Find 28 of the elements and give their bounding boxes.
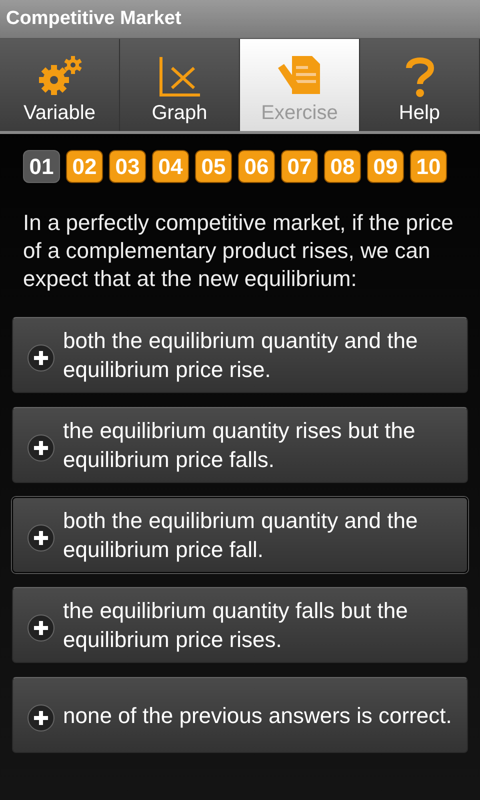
plus-icon [27,614,55,642]
plus-icon [27,704,55,732]
question-number-button[interactable]: 03 [109,150,146,183]
question-number-button[interactable]: 04 [152,150,189,183]
question-number-button[interactable]: 07 [281,150,318,183]
answer-button[interactable]: both the equilibrium quantity and the equilibrium price rise. [12,317,468,393]
window-title: Competitive Market [6,8,182,30]
tab[interactable]: Exercise [240,39,360,131]
question-number-button[interactable]: 09 [367,150,404,183]
question-number-button[interactable]: 08 [324,150,361,183]
question-mark-icon [404,56,434,98]
question-number-button[interactable]: 10 [410,150,447,183]
question-number-button[interactable]: 02 [66,150,103,183]
question-number-button[interactable]: 05 [195,150,232,183]
plus-icon [27,434,55,462]
answer-button[interactable]: none of the previous answers is correct. [12,677,468,753]
question-text: In a perfectly competitive market, if the price of a complementary product rises, we can expect that at the new equilibrium: [23,209,454,293]
question-number-button[interactable]: 01 [23,150,60,183]
tab[interactable]: Graph [120,39,240,131]
tab[interactable]: Help [360,39,480,131]
plus-icon [27,524,55,552]
question-number-button[interactable]: 06 [238,150,275,183]
answer-button[interactable]: the equilibrium quantity rises but the equilibrium price falls. [12,407,468,483]
plus-icon [27,344,55,372]
tab[interactable]: Variable [0,39,120,131]
answer-button[interactable]: the equilibrium quantity falls but the equilibrium price rises. [12,587,468,663]
graph-icon [158,56,202,98]
answer-button[interactable]: both the equilibrium quantity and the equilibrium price fall. [12,497,468,573]
